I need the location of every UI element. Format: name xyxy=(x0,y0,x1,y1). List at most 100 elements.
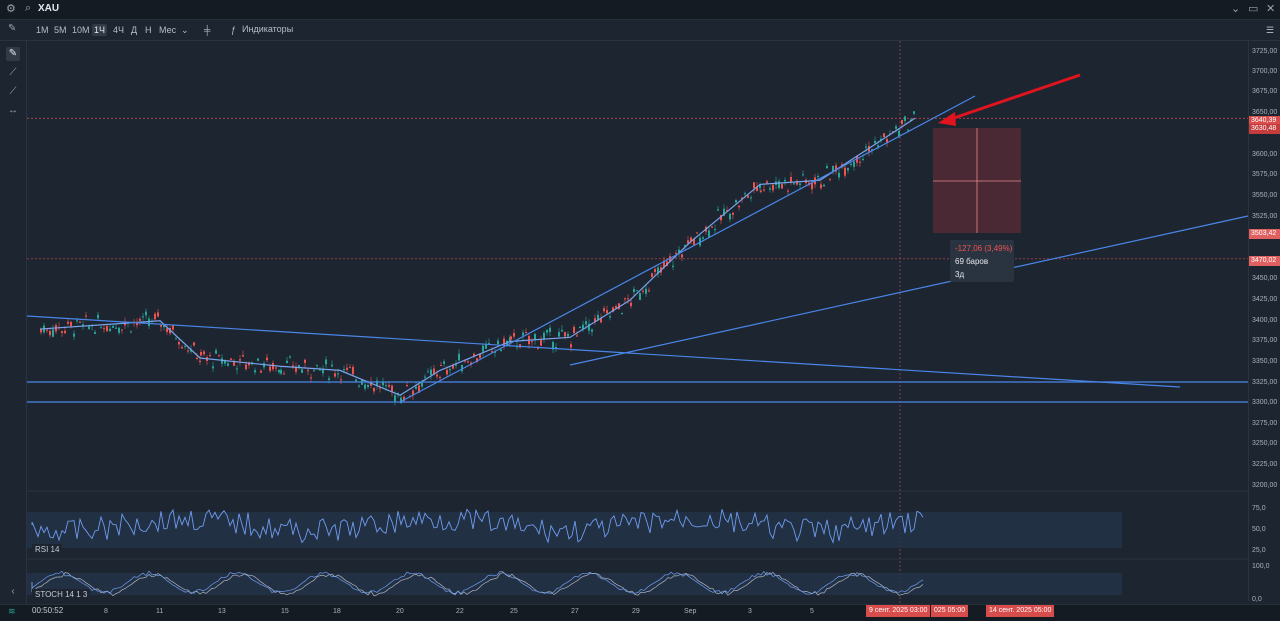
wifi-icon: ≋ xyxy=(8,606,16,616)
measure-days: 3д xyxy=(955,270,965,279)
candle-body xyxy=(218,355,220,357)
candle-body xyxy=(738,205,740,208)
time-axis[interactable] xyxy=(0,604,1280,621)
date-tick: 18 xyxy=(333,608,341,615)
candle-body xyxy=(331,364,333,367)
candle-body xyxy=(443,361,445,364)
candle-body xyxy=(430,369,432,376)
candle-body xyxy=(280,369,282,374)
candle-body xyxy=(242,355,244,357)
candle-body xyxy=(181,346,183,349)
chart-canvas[interactable] xyxy=(0,0,1280,620)
price-tick: 3375,00 xyxy=(1252,337,1278,344)
candle-body xyxy=(254,370,256,373)
candle-body xyxy=(343,369,345,371)
candle-body xyxy=(558,332,560,337)
stoch-label[interactable]: STOCH 14 1 3 xyxy=(32,589,91,600)
candle-body xyxy=(427,371,429,373)
candle-body xyxy=(702,237,704,239)
candle-body xyxy=(88,326,90,329)
date-tick: 11 xyxy=(156,608,164,615)
candle-body xyxy=(823,184,825,187)
candle-body xyxy=(624,298,626,300)
candle-body xyxy=(838,172,840,178)
candle-body xyxy=(145,311,147,316)
candle-body xyxy=(696,232,698,234)
price-tick: 3225,00 xyxy=(1252,461,1278,468)
candle-body xyxy=(633,288,635,292)
candle-body xyxy=(672,265,674,267)
candle-body xyxy=(385,385,387,387)
candle-body xyxy=(439,376,441,378)
candle-body xyxy=(497,340,499,344)
candle-body xyxy=(787,190,789,192)
candle-body xyxy=(778,181,780,188)
candle-body xyxy=(772,184,774,191)
price-tick: 3400,00 xyxy=(1252,317,1278,324)
candle-body xyxy=(61,331,63,334)
candle-body xyxy=(172,325,174,330)
candle-body xyxy=(148,318,150,327)
date-tick: 29 xyxy=(632,608,640,615)
candle-body xyxy=(337,373,339,375)
candle-body xyxy=(118,327,120,333)
candle-body xyxy=(820,184,822,189)
candle-body xyxy=(482,345,484,352)
candle-body xyxy=(802,174,804,176)
candle-body xyxy=(346,367,348,370)
candle-body xyxy=(212,366,214,369)
candle-body xyxy=(522,332,524,336)
candle-body xyxy=(130,331,132,333)
candle-body xyxy=(904,116,906,122)
rsi-tick-75: 75,0 xyxy=(1252,505,1266,512)
price-tick: 3450,00 xyxy=(1252,275,1278,282)
candle-body xyxy=(236,368,238,370)
candle-body xyxy=(543,332,545,340)
candle-body xyxy=(790,176,792,182)
candle-body xyxy=(874,140,876,144)
candle-body xyxy=(510,336,512,340)
candle-body xyxy=(648,290,650,292)
candle-body xyxy=(316,365,318,367)
candle-body xyxy=(561,329,563,332)
candle-body xyxy=(64,330,66,334)
candle-body xyxy=(811,182,813,190)
candle-body xyxy=(203,351,205,355)
clock: 00:50:52 xyxy=(32,606,64,615)
candle-body xyxy=(440,365,442,367)
cursor-time-label-2: 025 05:00 xyxy=(931,605,969,617)
candle-body xyxy=(651,273,653,277)
candle-body xyxy=(760,190,762,192)
candle-body xyxy=(449,369,451,371)
candle-body xyxy=(645,288,647,294)
candle-body xyxy=(364,384,366,389)
candle-body xyxy=(735,200,737,203)
candle-body xyxy=(862,158,864,160)
candle-body xyxy=(717,209,719,211)
candle-body xyxy=(452,365,454,369)
candle-body xyxy=(525,332,527,334)
date-tick: 13 xyxy=(218,608,226,615)
candle-body xyxy=(627,298,629,300)
price-tick: 3425,00 xyxy=(1252,296,1278,303)
candle-body xyxy=(103,328,105,330)
candle-body xyxy=(289,356,291,358)
cursor-time-label: 9 сент. 2025 03:00 xyxy=(866,605,931,617)
candle-body xyxy=(467,361,469,363)
candle-body xyxy=(763,189,765,191)
candle-body xyxy=(883,133,885,138)
candle-body xyxy=(585,321,587,325)
candle-body xyxy=(424,376,426,378)
candle-body xyxy=(340,379,342,381)
rsi-label[interactable]: RSI 14 xyxy=(32,544,63,555)
candle-body xyxy=(844,167,846,176)
candle-body xyxy=(436,374,438,377)
candle-body xyxy=(193,342,195,346)
candle-body xyxy=(865,146,867,148)
candle-body xyxy=(373,387,375,392)
candle-body xyxy=(895,126,897,129)
candle-body xyxy=(714,229,716,231)
rsi-tick-50: 50,0 xyxy=(1252,526,1266,533)
date-tick: 25 xyxy=(510,608,518,615)
moving-average-line xyxy=(39,117,916,396)
